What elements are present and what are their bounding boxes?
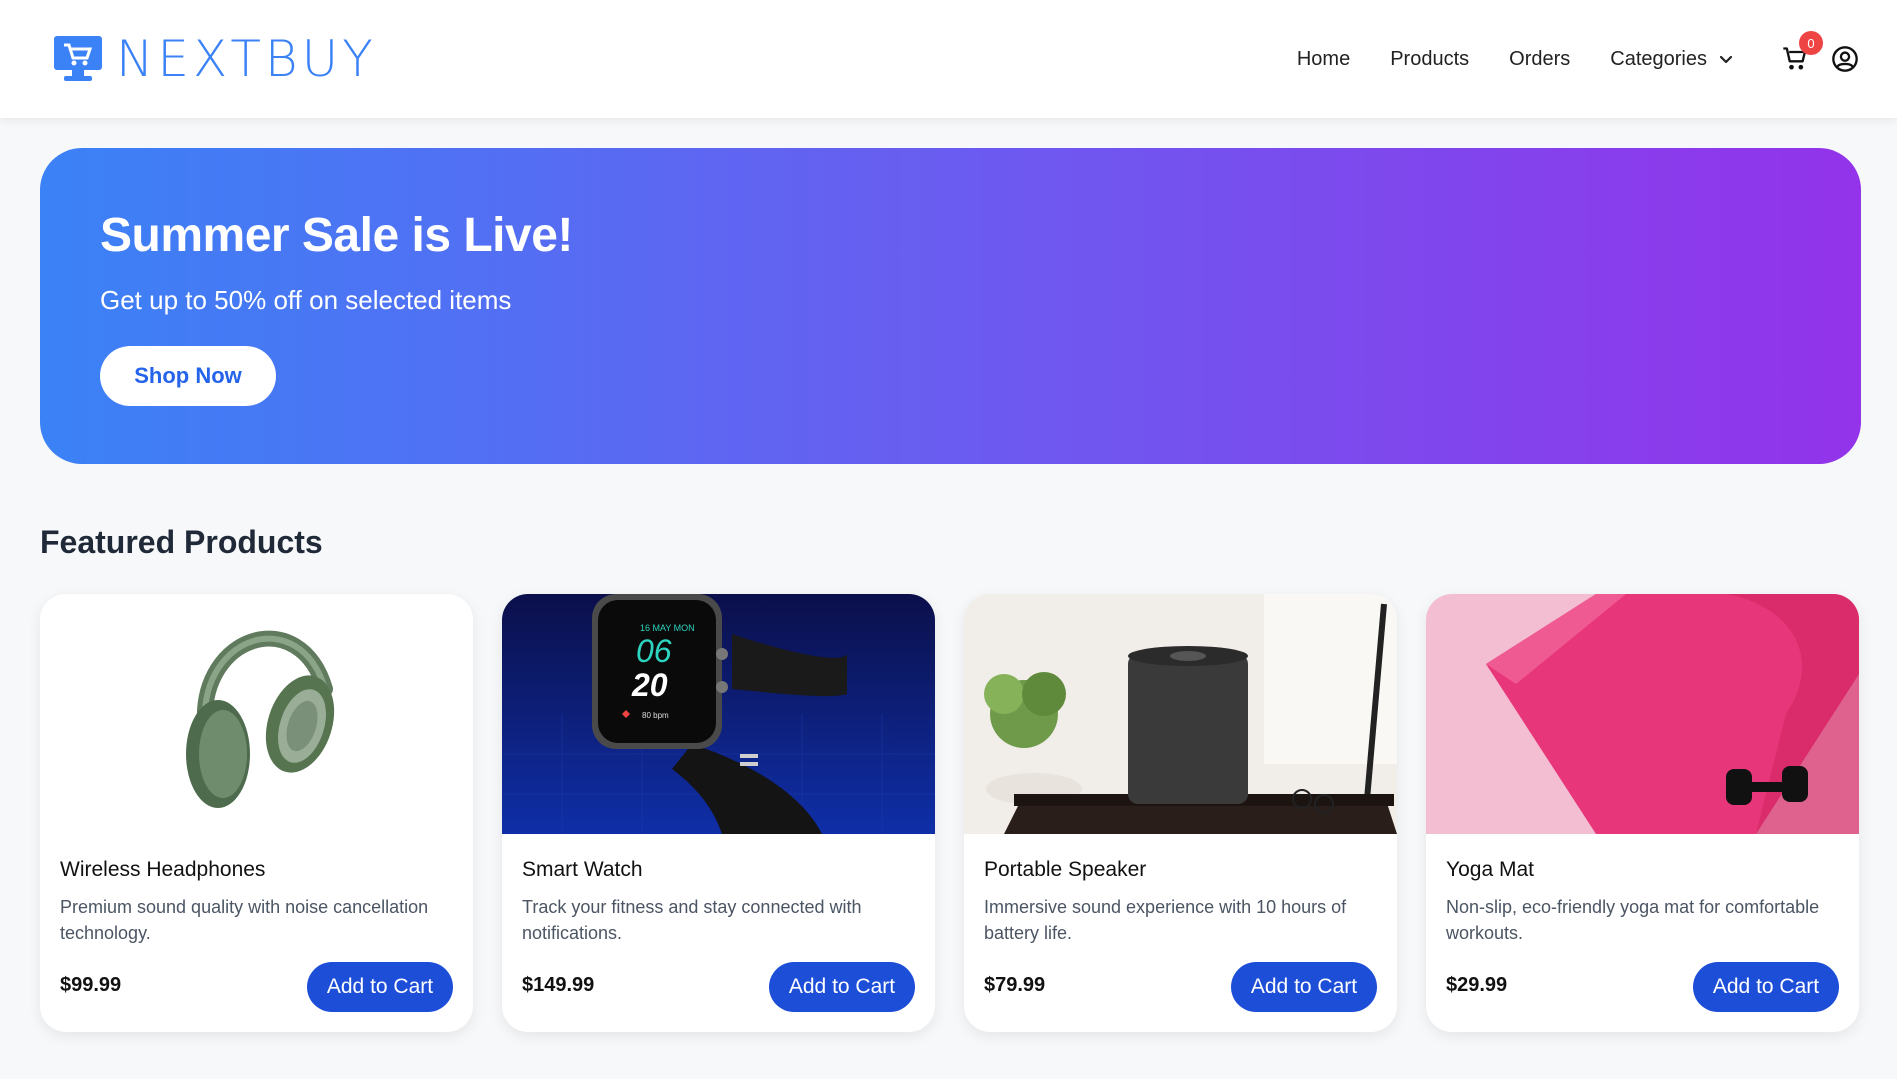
product-description: Premium sound quality with noise cancell… (60, 897, 429, 943)
nav-home[interactable]: Home (1297, 48, 1350, 71)
shop-now-button[interactable]: Shop Now (100, 346, 276, 406)
product-name: Portable Speaker (984, 858, 1147, 881)
product-name: Wireless Headphones (60, 858, 266, 881)
product-price: $149.99 (522, 974, 595, 996)
product-price: $29.99 (1446, 974, 1508, 996)
hero-title: Summer Sale is Live! (100, 209, 573, 262)
nav-categories-label: Categories (1610, 47, 1707, 70)
smartwatch-image: 16 MAY MON 06 20 80 bpm (502, 594, 935, 834)
watch-minute: 20 (631, 667, 668, 703)
add-to-cart-button[interactable]: Add to Cart (1231, 962, 1377, 1012)
cart-count-badge: 0 (1799, 31, 1823, 55)
main-nav: Home Products Orders Categories 0 (1257, 31, 1859, 73)
brand[interactable]: NEXTBUY (52, 30, 377, 88)
nav-categories-dropdown[interactable]: Categories (1610, 48, 1735, 71)
product-card[interactable]: 16 MAY MON 06 20 80 bpm Smart Watch Trac… (502, 594, 935, 1032)
add-to-cart-button[interactable]: Add to Cart (307, 962, 453, 1012)
add-to-cart-button[interactable]: Add to Cart (769, 962, 915, 1012)
user-circle-icon (1832, 46, 1858, 72)
watch-bpm: 80 bpm (642, 711, 669, 720)
hero-subtitle: Get up to 50% off on selected items (100, 285, 512, 315)
product-description: Non-slip, eco-friendly yoga mat for comf… (1446, 897, 1820, 943)
site-header: NEXTBUY Home Products Orders Categories … (0, 0, 1897, 118)
nav-orders[interactable]: Orders (1509, 48, 1570, 71)
product-card[interactable]: Yoga Mat Non-slip, eco-friendly yoga mat… (1426, 594, 1859, 1032)
product-card[interactable]: Wireless Headphones Premium sound qualit… (40, 594, 473, 1032)
watch-hour: 06 (636, 633, 672, 669)
product-description: Track your fitness and stay connected wi… (522, 897, 862, 943)
shopping-monitor-icon (54, 36, 102, 81)
product-image[interactable] (964, 594, 1397, 834)
product-image[interactable]: 16 MAY MON 06 20 80 bpm (502, 594, 935, 834)
watch-date: 16 MAY MON (640, 623, 695, 633)
product-image[interactable] (1426, 594, 1859, 834)
product-price: $99.99 (60, 974, 122, 996)
headphones-image (40, 594, 473, 834)
brand-name: NEXTBUY (116, 30, 377, 88)
account-button[interactable] (1831, 45, 1859, 73)
cart-button[interactable]: 0 (1781, 31, 1823, 73)
speaker-image (964, 594, 1397, 834)
nav-products[interactable]: Products (1390, 48, 1469, 71)
yoga-mat-image (1426, 594, 1859, 834)
section-title: Featured Products (40, 524, 323, 560)
product-image[interactable] (40, 594, 473, 834)
product-card[interactable]: Portable Speaker Immersive sound experie… (964, 594, 1397, 1032)
product-name: Smart Watch (522, 858, 643, 881)
product-name: Yoga Mat (1446, 858, 1534, 881)
chevron-down-icon (1719, 55, 1733, 64)
add-to-cart-button[interactable]: Add to Cart (1693, 962, 1839, 1012)
product-description: Immersive sound experience with 10 hours… (984, 897, 1347, 943)
product-price: $79.99 (984, 974, 1046, 996)
product-grid: Wireless Headphones Premium sound qualit… (40, 594, 1861, 1032)
hero-banner: Summer Sale is Live! Get up to 50% off o… (40, 148, 1861, 464)
